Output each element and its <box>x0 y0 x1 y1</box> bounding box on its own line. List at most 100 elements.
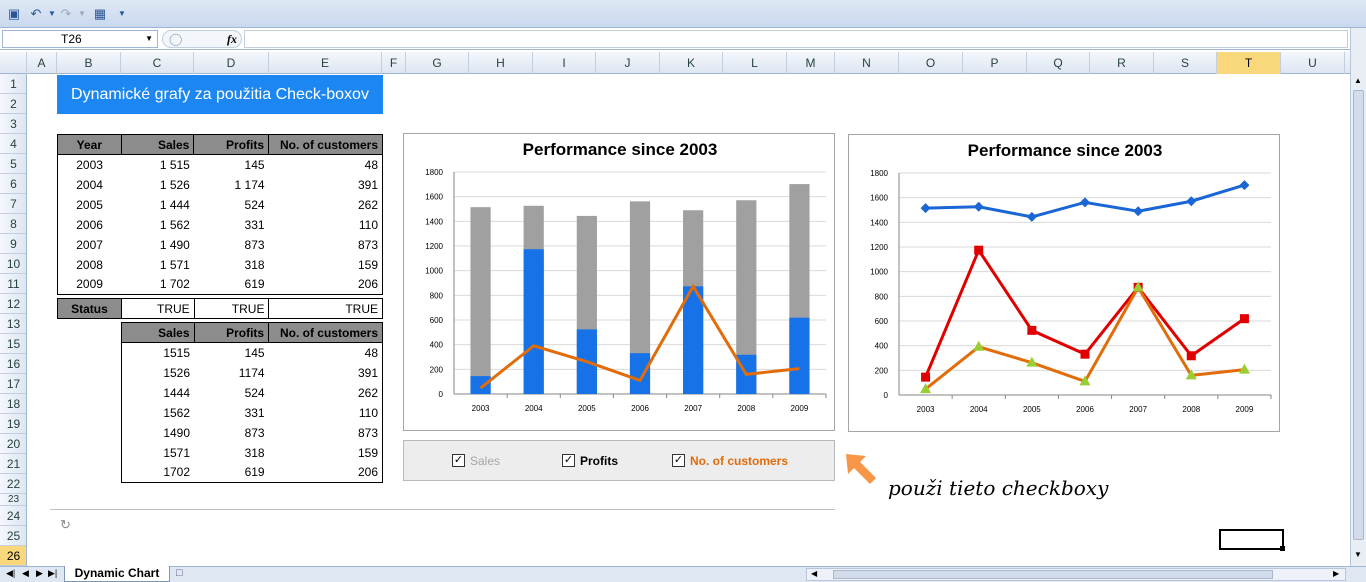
table-icon[interactable]: ▦ <box>92 6 108 22</box>
column-header-u[interactable]: U <box>1281 52 1345 74</box>
row-header-16[interactable]: 16 <box>0 354 26 374</box>
save-icon[interactable]: ▣ <box>6 6 22 22</box>
data-table-cell[interactable]: 48 <box>268 154 383 175</box>
vertical-scrollbar[interactable]: ▲ ▼ <box>1350 28 1366 566</box>
line-chart[interactable]: Performance since 2003 0 200 400 600 800 1000 1… <box>848 134 1280 432</box>
helper-table-cell[interactable]: 1490 <box>121 422 195 443</box>
data-table-cell[interactable]: 2007 <box>57 234 122 255</box>
helper-table-cell[interactable]: 331 <box>194 403 269 423</box>
data-table-cell[interactable]: 391 <box>268 174 383 195</box>
helper-table-cell[interactable]: 1571 <box>121 442 195 463</box>
column-header-m[interactable]: M <box>787 52 835 74</box>
column-header-d[interactable]: D <box>194 52 269 74</box>
row-header-22[interactable]: 22 <box>0 474 26 494</box>
data-table-cell[interactable]: 1 571 <box>121 255 194 275</box>
select-all-corner[interactable] <box>0 52 27 74</box>
row-header-12[interactable]: 12 <box>0 294 26 314</box>
data-table-cell[interactable]: 318 <box>194 255 269 275</box>
helper-table-cell[interactable]: 1562 <box>121 402 195 423</box>
data-table-cell[interactable]: 619 <box>193 274 269 295</box>
row-header-20[interactable]: 20 <box>0 434 26 454</box>
data-table-cell[interactable]: 873 <box>268 234 383 255</box>
status-profits[interactable]: TRUE <box>193 298 270 319</box>
row-header-23[interactable]: 23 <box>0 494 26 506</box>
row-header-3[interactable]: 3 <box>0 114 26 134</box>
data-table-cell[interactable]: 1 526 <box>121 175 194 195</box>
row-header-1[interactable]: 1 <box>0 74 26 94</box>
data-table-cell[interactable]: 1 174 <box>194 175 269 195</box>
helper-table-cell[interactable]: 110 <box>268 402 383 423</box>
prev-sheet-icon[interactable]: ◀ <box>22 568 29 579</box>
row-header-19[interactable]: 19 <box>0 414 26 434</box>
helper-table-cell[interactable]: 1174 <box>194 363 269 383</box>
column-header-h[interactable]: H <box>469 52 533 74</box>
row-header-5[interactable]: 5 <box>0 154 26 174</box>
helper-table-cell[interactable]: 619 <box>194 462 269 483</box>
customize-toolbar-icon[interactable]: ▼ <box>114 6 130 22</box>
last-sheet-icon[interactable]: ▶| <box>48 568 57 579</box>
scroll-up-icon[interactable]: ▲ <box>1354 76 1362 85</box>
hscroll-thumb[interactable] <box>833 570 1273 579</box>
column-header-j[interactable]: J <box>596 52 660 74</box>
column-header-g[interactable]: G <box>406 52 469 74</box>
row-header-4[interactable]: 4 <box>0 134 26 154</box>
fill-handle[interactable] <box>1280 546 1285 551</box>
formula-input[interactable] <box>244 30 1348 48</box>
redo-icon[interactable]: ↷ <box>58 6 74 22</box>
row-header-25[interactable]: 25 <box>0 526 26 546</box>
row-header-2[interactable]: 2 <box>0 94 26 114</box>
helper-table-cell[interactable]: 159 <box>268 442 383 463</box>
refresh-icon[interactable]: ↻ <box>60 517 71 533</box>
chevron-down-icon[interactable]: ▼ <box>145 31 153 47</box>
helper-table-cell[interactable]: 318 <box>194 443 269 463</box>
status-customers[interactable]: TRUE <box>268 298 383 319</box>
helper-table-cell[interactable]: 873 <box>268 422 383 443</box>
helper-table-cell[interactable]: 206 <box>268 462 383 483</box>
data-table-cell[interactable]: 1 444 <box>121 195 194 215</box>
function-icon[interactable]: fx <box>227 31 237 47</box>
scroll-thumb[interactable] <box>1353 90 1364 540</box>
column-header-p[interactable]: P <box>963 52 1027 74</box>
checkbox-profits-box[interactable]: ✓ <box>562 454 575 467</box>
row-header-21[interactable]: 21 <box>0 454 26 474</box>
column-header-i[interactable]: I <box>533 52 596 74</box>
column-header-e[interactable]: E <box>269 52 382 74</box>
data-table-cell[interactable]: 2006 <box>57 214 122 235</box>
column-header-b[interactable]: B <box>57 52 121 74</box>
row-header-9[interactable]: 9 <box>0 234 26 254</box>
scroll-right-icon[interactable]: ▶ <box>1333 569 1339 578</box>
data-table-cell[interactable]: 262 <box>268 194 383 215</box>
helper-table-cell[interactable]: 391 <box>268 362 383 383</box>
data-table-cell[interactable]: 2009 <box>57 274 122 295</box>
data-table-cell[interactable]: 1 490 <box>121 235 194 255</box>
helper-table-cell[interactable]: 873 <box>194 423 269 443</box>
data-table-cell[interactable]: 110 <box>268 214 383 235</box>
data-table-cell[interactable]: 2004 <box>57 174 122 195</box>
column-header-c[interactable]: C <box>121 52 194 74</box>
column-header-k[interactable]: K <box>660 52 723 74</box>
selected-cell[interactable] <box>1219 529 1284 550</box>
next-sheet-icon[interactable]: ▶ <box>36 568 43 579</box>
data-table-cell[interactable]: 1 515 <box>121 155 194 175</box>
helper-table-cell[interactable]: 524 <box>194 383 269 403</box>
column-header-o[interactable]: O <box>899 52 963 74</box>
horizontal-scrollbar[interactable]: ◀ ▶ <box>806 568 1346 581</box>
row-header-24[interactable]: 24 <box>0 506 26 526</box>
column-header-f[interactable]: F <box>382 52 406 74</box>
data-table-cell[interactable]: 2005 <box>57 194 122 215</box>
row-header-8[interactable]: 8 <box>0 214 26 234</box>
helper-table-cell[interactable]: 145 <box>194 343 269 363</box>
status-sales[interactable]: TRUE <box>120 298 195 319</box>
data-table-cell[interactable]: 1 702 <box>121 274 194 295</box>
row-header-18[interactable]: 18 <box>0 394 26 414</box>
row-header-15[interactable]: 15 <box>0 334 26 354</box>
helper-table-cell[interactable]: 1702 <box>121 462 195 483</box>
undo-icon[interactable]: ↶ <box>28 6 44 22</box>
column-header-r[interactable]: R <box>1090 52 1154 74</box>
helper-table-cell[interactable]: 1444 <box>121 382 195 403</box>
data-table-cell[interactable]: 159 <box>268 254 383 275</box>
row-header-6[interactable]: 6 <box>0 174 26 194</box>
row-header-13[interactable]: 13 <box>0 314 26 334</box>
data-table-cell[interactable]: 145 <box>194 155 269 175</box>
new-sheet-icon[interactable]: □ <box>176 567 183 579</box>
